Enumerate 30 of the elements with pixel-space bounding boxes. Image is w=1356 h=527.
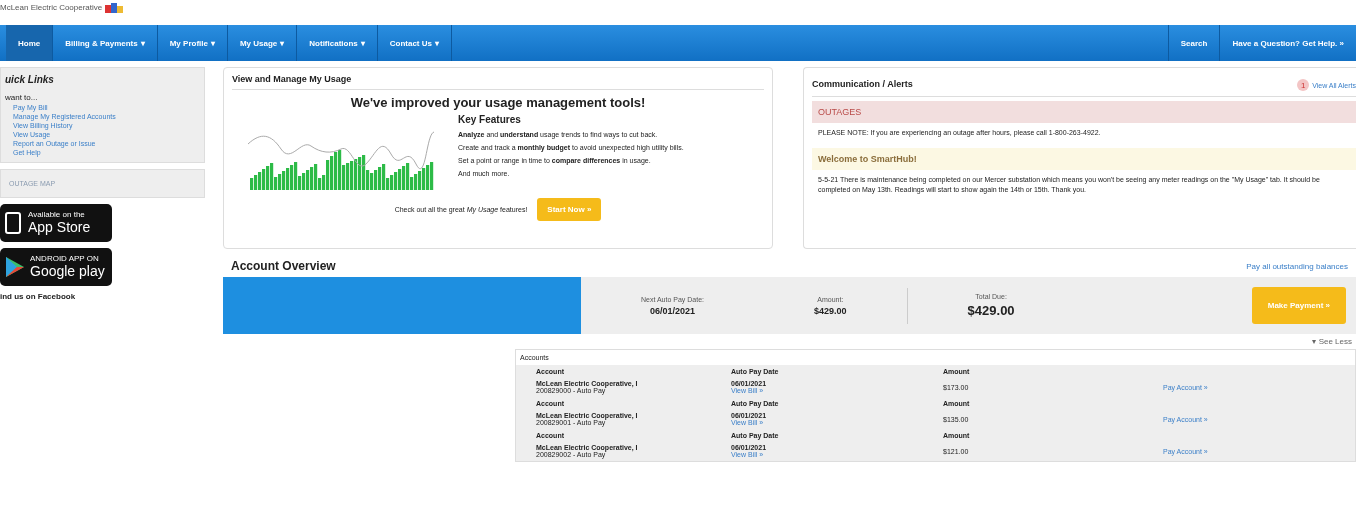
nav-item[interactable]: Search xyxy=(1167,25,1220,61)
nav-item[interactable]: Notifications ▾ xyxy=(297,25,378,61)
section-title: Account Overview xyxy=(231,259,336,273)
tablet-icon xyxy=(5,211,23,235)
see-less-link[interactable]: ▾ See Less xyxy=(1312,337,1352,346)
store-badge[interactable]: Available on the App Store xyxy=(0,204,112,242)
card-title: View and Manage My Usage xyxy=(232,74,764,90)
nav-item[interactable]: Contact Us ▾ xyxy=(377,25,452,61)
panel-title: uick Links xyxy=(5,74,55,85)
count-badge: 1 xyxy=(1297,79,1310,91)
nav-item[interactable]: My Profile ▾ xyxy=(157,25,228,61)
nav-item[interactable]: My Usage ▾ xyxy=(227,25,298,61)
nav-item[interactable]: Billing & Payments ▾ xyxy=(53,25,158,61)
facebook-text: ind us on Facebook xyxy=(0,292,77,301)
stat-value: $429.00 xyxy=(814,305,847,316)
pay-all-link[interactable]: Pay all outstanding balances xyxy=(1246,261,1348,271)
store-badge[interactable]: ANDROID APP ON Google play xyxy=(0,248,112,286)
logo-text: McLean Electric Cooperative xyxy=(0,3,103,12)
flag-icon xyxy=(105,3,124,13)
alert-heading: OUTAGES xyxy=(812,101,1356,123)
play-icon xyxy=(5,256,25,278)
card-title: Communication / Alerts xyxy=(812,79,913,91)
nav-item[interactable]: Have a Question? Get Help. » xyxy=(1219,25,1356,61)
features-title: Key Features xyxy=(458,114,522,125)
stat-value: $429.00 xyxy=(967,303,1015,318)
intro-text: want to... xyxy=(5,93,39,102)
headline: We've improved your usage management tools! xyxy=(349,95,647,110)
nav-item[interactable]: Home xyxy=(6,25,54,61)
alert-heading: Welcome to SmartHub! xyxy=(812,147,1356,170)
stat-value: 06/01/2021 xyxy=(650,305,696,316)
